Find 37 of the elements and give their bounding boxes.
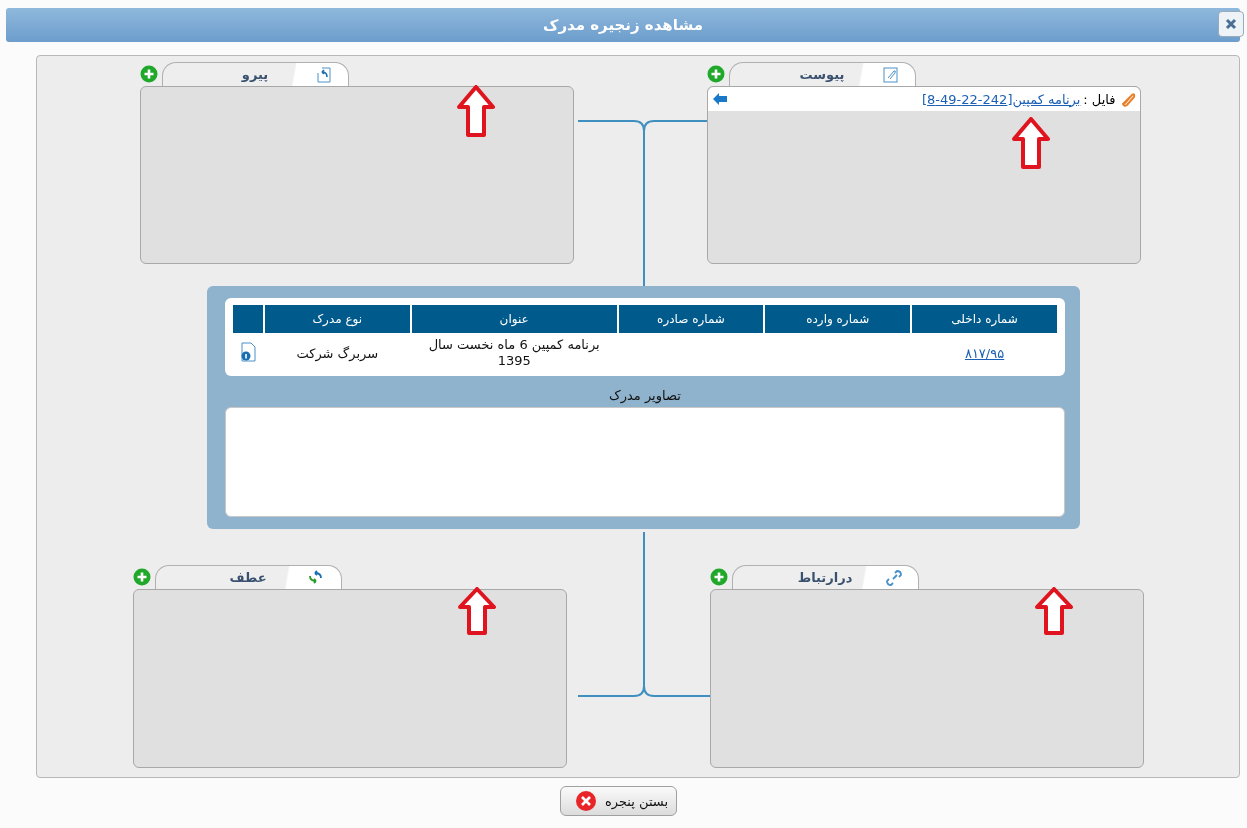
link-icon — [885, 570, 902, 586]
document-info-icon[interactable] — [238, 341, 257, 362]
panel-tab[interactable]: پیرو — [161, 62, 349, 86]
column-header: شماره داخلی — [912, 305, 1057, 333]
panel-title: درارتباط — [797, 570, 853, 585]
column-header: عنوان — [411, 305, 617, 333]
panel-title: پیوست — [799, 67, 845, 82]
panel-title: پیرو — [241, 67, 269, 82]
column-header: شماره وارده — [765, 305, 911, 333]
swap-arrows-icon — [306, 570, 325, 584]
column-header: شماره صادره — [618, 305, 764, 333]
add-button[interactable] — [709, 568, 728, 586]
window-title: مشاهده زنجیره مدرک — [543, 16, 703, 34]
plus-icon — [132, 568, 151, 586]
file-label: فایل : — [1083, 91, 1116, 107]
images-label: تصاویر مدرک — [608, 388, 682, 403]
close-window-button[interactable]: بستن پنجره — [559, 786, 678, 816]
document-type: سربرگ شرکت — [296, 345, 379, 361]
plus-icon — [139, 65, 158, 83]
plus-icon — [706, 65, 725, 83]
plus-icon — [709, 568, 728, 586]
add-button[interactable] — [139, 65, 158, 83]
add-button[interactable] — [132, 568, 151, 586]
column-header — [233, 305, 263, 333]
panel-title: عطف — [229, 570, 267, 585]
close-icon — [574, 790, 597, 812]
add-button[interactable] — [706, 65, 725, 83]
panel-tab[interactable]: درارتباط — [731, 565, 919, 589]
column-header: نوع مدرک — [264, 305, 410, 333]
reply-document-icon — [315, 67, 332, 83]
close-button[interactable] — [1218, 11, 1244, 37]
close-icon — [1225, 18, 1237, 30]
document-number-link[interactable]: ۸۱۷/۹۵ — [964, 345, 1005, 361]
panel-tab[interactable]: عطف — [154, 565, 342, 589]
document-title: برنامه کمپین 6 ماه نخست سال 1395 — [427, 337, 601, 369]
file-link[interactable]: برنامه کمپین[242-22-49-8] — [922, 91, 1081, 107]
panel-tab[interactable]: پیوست — [728, 62, 916, 86]
